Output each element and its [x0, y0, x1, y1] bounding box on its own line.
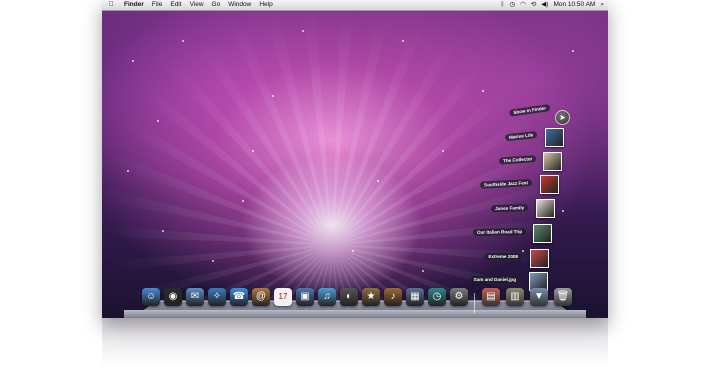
star [572, 50, 574, 52]
star [522, 250, 524, 252]
show-in-finder-arrow-icon[interactable]: ➤ [555, 110, 570, 125]
finder-icon[interactable]: ☺ [142, 288, 160, 306]
stack-item-thumbnail[interactable] [536, 199, 555, 218]
menu-file[interactable]: File [152, 0, 162, 10]
menu-view[interactable]: View [190, 0, 204, 10]
star [302, 30, 304, 32]
spaces-icon[interactable]: ▦ [406, 288, 424, 306]
stack-item-label[interactable]: Extreme 2008 [484, 253, 522, 260]
star [482, 90, 484, 92]
menu-edit[interactable]: Edit [170, 0, 181, 10]
menu-bar:  Finder File Edit View Go Window Help ᛒ… [102, 0, 608, 11]
star [212, 260, 214, 262]
star [562, 210, 564, 212]
star [162, 230, 164, 232]
desktop-screen:  Finder File Edit View Go Window Help ᛒ… [102, 0, 608, 318]
menu-app-name[interactable]: Finder [124, 0, 144, 10]
star [402, 40, 404, 42]
menu-window[interactable]: Window [228, 0, 251, 10]
documents-stack-icon[interactable]: ▥ [506, 288, 524, 306]
itunes-icon[interactable]: ♫ [318, 288, 336, 306]
dock-base [124, 310, 586, 318]
star [377, 180, 379, 182]
star [242, 200, 244, 202]
mail-icon[interactable]: ✉ [186, 288, 204, 306]
star [132, 60, 134, 62]
imovie-icon[interactable]: ★ [362, 288, 380, 306]
stack-item-thumbnail[interactable] [543, 152, 562, 171]
screen-reflection [102, 318, 608, 388]
photo-booth-icon[interactable]: ◐ [340, 288, 358, 306]
star [252, 150, 254, 152]
sync-icon[interactable]: ⟲ [531, 0, 536, 10]
time-machine-icon[interactable]: ◷ [509, 0, 515, 10]
ichat-icon[interactable]: ☎ [230, 288, 248, 306]
apple-icon[interactable]:  [106, 0, 116, 10]
star [182, 40, 184, 42]
address-book-icon[interactable]: @ [252, 288, 270, 306]
star [157, 120, 159, 122]
menu-help[interactable]: Help [259, 0, 272, 10]
star [272, 95, 274, 97]
wifi-icon[interactable]: ◠ [520, 0, 526, 10]
stack-item-thumbnail[interactable] [545, 128, 564, 147]
spotlight-icon[interactable]: ⌕ [600, 0, 604, 10]
stack-item-label[interactable]: Sam and Daniel.jpg [469, 276, 520, 283]
stack-item-thumbnail[interactable] [533, 224, 552, 243]
stack-item-thumbnail[interactable] [540, 175, 559, 194]
dock-separator [474, 293, 475, 313]
volume-icon[interactable]: ◀) [541, 0, 548, 10]
stack-item-thumbnail[interactable] [530, 249, 549, 268]
star [127, 170, 129, 172]
garageband-icon[interactable]: ♪ [384, 288, 402, 306]
safari-icon[interactable]: ✧ [208, 288, 226, 306]
star [442, 150, 444, 152]
trash-icon[interactable]: 🗑 [554, 288, 572, 306]
menu-extras: ᛒ ◷ ◠ ⟲ ◀) Mon 10:50 AM ⌕ [496, 0, 604, 10]
star [352, 250, 354, 252]
stack-item-label[interactable]: Jones Family [490, 204, 529, 213]
system-preferences-icon[interactable]: ⚙ [450, 288, 468, 306]
stack-item-label[interactable]: Our Italian Road Trip [472, 228, 527, 236]
menu-go[interactable]: Go [212, 0, 221, 10]
star [422, 270, 424, 272]
product-shot:  Finder File Edit View Go Window Help ᛒ… [0, 0, 711, 388]
pictures-stack-icon[interactable]: ▤ [482, 288, 500, 306]
ical-icon[interactable]: 17 [274, 288, 292, 306]
dashboard-icon[interactable]: ◉ [164, 288, 182, 306]
time-machine-icon[interactable]: ◷ [428, 288, 446, 306]
iphoto-icon[interactable]: ▣ [296, 288, 314, 306]
bluetooth-icon[interactable]: ᛒ [501, 0, 505, 10]
downloads-stack-icon[interactable]: ▼ [530, 288, 548, 306]
menu-clock[interactable]: Mon 10:50 AM [553, 0, 595, 10]
